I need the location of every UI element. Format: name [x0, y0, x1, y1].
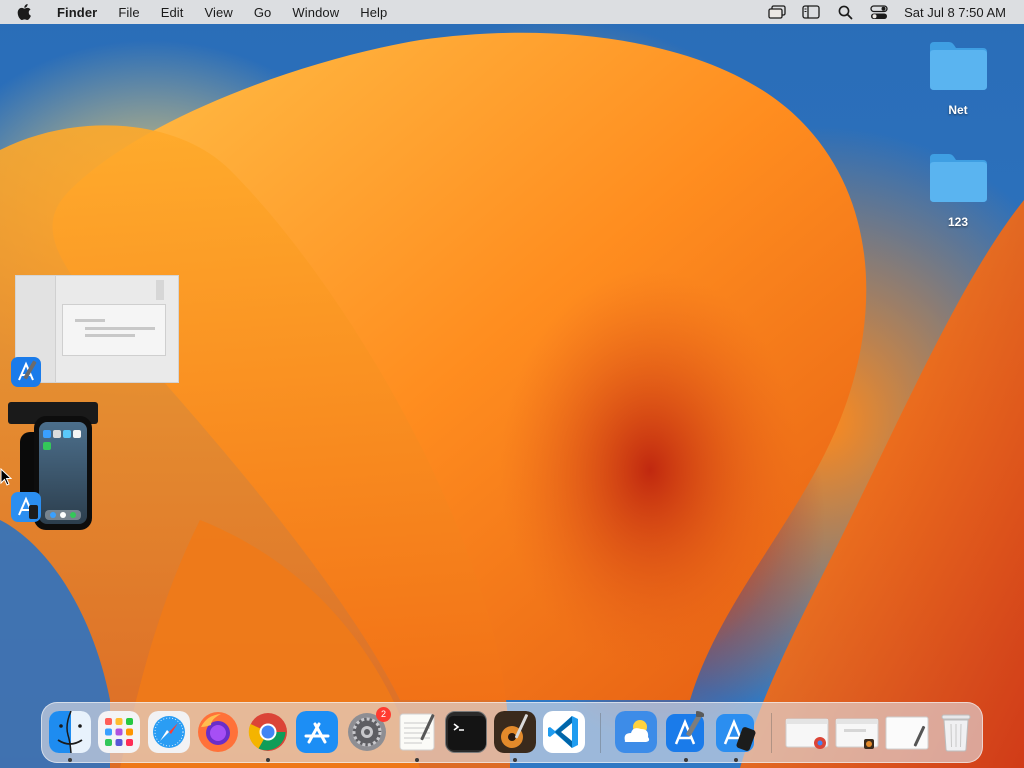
thumbnail-dialog	[62, 304, 166, 356]
apple-logo-icon[interactable]	[17, 4, 39, 20]
minimized-document-icon	[884, 711, 930, 753]
dock-safari[interactable]	[148, 711, 190, 753]
desktop-wallpaper	[0, 0, 1024, 768]
dock: 2	[41, 702, 983, 763]
dock-simulator[interactable]	[715, 711, 757, 753]
dock-app-store[interactable]	[296, 711, 338, 753]
minimized-window-icon	[834, 711, 880, 753]
simulator-phone	[34, 416, 92, 530]
menu-edit[interactable]: Edit	[161, 5, 184, 20]
terminal-icon	[445, 711, 487, 753]
dock-vscode[interactable]	[543, 711, 585, 753]
menu-file[interactable]: File	[118, 5, 139, 20]
dock-minimized-instruments-window[interactable]	[834, 711, 880, 753]
running-indicator	[68, 758, 72, 762]
weather-icon	[615, 711, 657, 753]
thumbnail-scrollbar	[156, 280, 164, 300]
running-indicator	[684, 758, 688, 762]
dock-weather[interactable]	[615, 711, 657, 753]
firefox-icon	[197, 711, 239, 753]
simulator-screen	[39, 422, 87, 524]
vscode-icon	[543, 711, 585, 753]
dock-xcode[interactable]	[665, 711, 707, 753]
dock-terminal[interactable]	[445, 711, 487, 753]
desktop-folder-net[interactable]: Net	[918, 40, 998, 117]
running-indicator	[734, 758, 738, 762]
instruments-icon	[494, 711, 536, 753]
dock-separator	[771, 713, 772, 753]
dock-instruments[interactable]	[494, 711, 536, 753]
folder-icon	[927, 152, 989, 204]
app-store-icon	[296, 711, 338, 753]
control-center-icon[interactable]	[870, 4, 888, 20]
mouse-cursor-icon	[0, 467, 13, 491]
menu-help[interactable]: Help	[360, 5, 387, 20]
menu-bar: Finder File Edit View Go Window Help Sat…	[0, 0, 1024, 24]
minimized-chrome-window-icon	[784, 711, 830, 753]
dock-system-settings[interactable]: 2	[346, 707, 391, 753]
dock-chrome[interactable]	[247, 711, 289, 753]
textedit-icon	[396, 711, 438, 753]
dock-launchpad[interactable]	[98, 711, 140, 753]
sidebar-display-icon[interactable]	[802, 4, 820, 20]
spotlight-search-icon[interactable]	[836, 4, 854, 20]
menubar-clock[interactable]: Sat Jul 8 7:50 AM	[904, 5, 1006, 20]
running-indicator	[266, 758, 270, 762]
chrome-icon	[247, 711, 289, 753]
safari-icon	[148, 711, 190, 753]
menu-go[interactable]: Go	[254, 5, 272, 20]
dock-firefox[interactable]	[197, 711, 239, 753]
dock-finder[interactable]	[49, 711, 91, 753]
xcode-icon	[665, 711, 707, 753]
xcode-icon	[10, 356, 42, 388]
menu-app-name[interactable]: Finder	[57, 5, 97, 20]
dock-textedit[interactable]	[396, 711, 438, 753]
dock-minimized-chrome-window[interactable]	[784, 711, 830, 753]
dock-separator	[600, 713, 601, 753]
dock-trash[interactable]	[935, 711, 977, 753]
folder-label: 123	[947, 215, 969, 229]
finder-icon	[49, 711, 91, 753]
menu-window[interactable]: Window	[292, 5, 339, 20]
menu-view[interactable]: View	[205, 5, 233, 20]
folder-label: Net	[948, 103, 968, 117]
simulator-icon	[715, 711, 757, 753]
launchpad-icon	[98, 711, 140, 753]
notification-badge: 2	[376, 707, 391, 722]
trash-icon	[935, 711, 977, 753]
screen-mirroring-icon[interactable]	[768, 4, 786, 20]
running-indicator	[415, 758, 419, 762]
desktop-folder-123[interactable]: 123	[918, 152, 998, 229]
folder-icon	[927, 40, 989, 92]
simulator-icon	[10, 491, 42, 523]
running-indicator	[513, 758, 517, 762]
dock-minimized-textedit-window[interactable]	[884, 711, 930, 753]
